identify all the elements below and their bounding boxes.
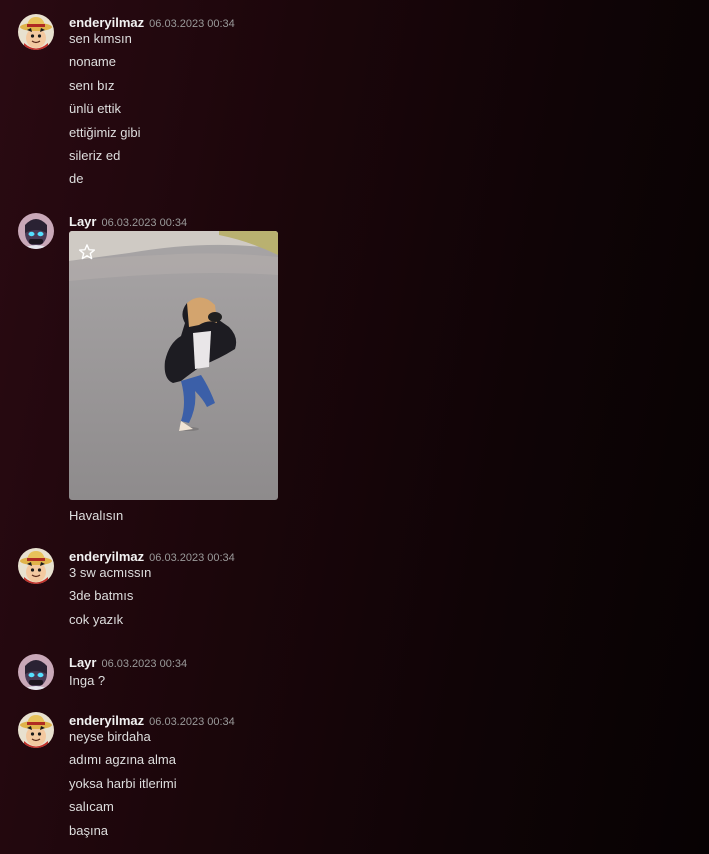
message-line: ettiğimiz gibi bbox=[69, 124, 141, 140]
username[interactable]: enderyilmaz bbox=[69, 713, 144, 728]
message-body: Havalısın bbox=[69, 508, 123, 531]
message-header: enderyilmaz 06.03.2023 00:34 bbox=[69, 548, 235, 564]
message-body: sen kımsın noname senı bız ünlü ettik et… bbox=[69, 31, 141, 195]
message-line: salıcam bbox=[69, 799, 114, 815]
message-line: neyse birdaha bbox=[69, 729, 151, 744]
message-line: sen kımsın bbox=[69, 31, 132, 46]
message-line: cok yazık bbox=[69, 611, 124, 627]
message-body: 3 sw acmıssın 3de batmıs cok yazık bbox=[69, 565, 151, 635]
username[interactable]: enderyilmaz bbox=[69, 549, 144, 564]
timestamp: 06.03.2023 00:34 bbox=[101, 217, 188, 229]
username[interactable]: Layr bbox=[69, 655, 96, 670]
message-line: Inga ? bbox=[69, 673, 106, 688]
message-body: Inga ? bbox=[69, 673, 105, 696]
username[interactable]: Layr bbox=[69, 214, 96, 229]
message-line: yoksa harbi itlerimi bbox=[69, 775, 177, 791]
message-line: sileriz ed bbox=[69, 147, 121, 163]
star-icon[interactable] bbox=[78, 243, 96, 266]
image-attachment[interactable] bbox=[69, 231, 278, 500]
masked-face-avatar-icon[interactable] bbox=[18, 213, 54, 249]
message-header: Layr 06.03.2023 00:34 bbox=[69, 213, 187, 229]
message-line: de bbox=[69, 171, 84, 187]
message-line: adımı agzına alma bbox=[69, 752, 176, 768]
timestamp: 06.03.2023 00:34 bbox=[149, 716, 235, 728]
message-body: neyse birdaha adımı agzına alma yoksa ha… bbox=[69, 729, 177, 846]
message-line: 3de batmıs bbox=[69, 588, 134, 604]
message-header: Layr 06.03.2023 00:34 bbox=[69, 654, 187, 670]
timestamp: 06.03.2023 00:34 bbox=[149, 552, 235, 564]
username[interactable]: enderyilmaz bbox=[69, 15, 144, 30]
message-line: noname bbox=[69, 54, 116, 70]
message-line: senı bız bbox=[69, 77, 115, 93]
message-header: enderyilmaz 06.03.2023 00:34 bbox=[69, 712, 235, 728]
timestamp: 06.03.2023 00:34 bbox=[149, 18, 235, 30]
straw-hat-avatar-icon[interactable] bbox=[18, 14, 54, 50]
chat-message-list: enderyilmaz 06.03.2023 00:34 sen kımsın n… bbox=[0, 0, 709, 854]
straw-hat-avatar-icon[interactable] bbox=[18, 712, 54, 748]
masked-face-avatar-icon[interactable] bbox=[18, 654, 54, 690]
message-line: başına bbox=[69, 822, 109, 838]
timestamp: 06.03.2023 00:34 bbox=[101, 658, 188, 670]
straw-hat-avatar-icon[interactable] bbox=[18, 548, 54, 584]
message-line: 3 sw acmıssın bbox=[69, 565, 152, 580]
message-line: Havalısın bbox=[69, 508, 124, 523]
message-line: ünlü ettik bbox=[69, 101, 122, 117]
message-header: enderyilmaz 06.03.2023 00:34 bbox=[69, 14, 235, 30]
